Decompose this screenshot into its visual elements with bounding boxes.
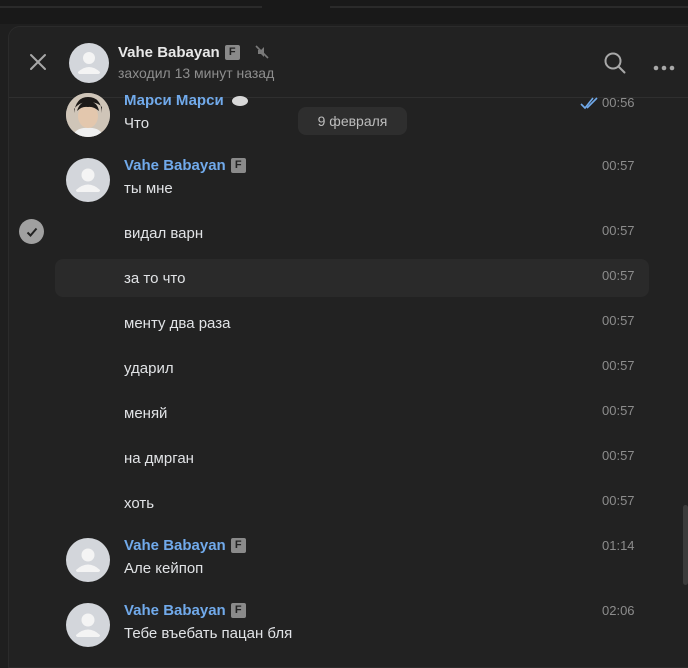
message-author[interactable]: Марси Марси [124,92,249,109]
f-badge: F [230,157,246,173]
author-name: Марси Марси [124,92,224,109]
chat-status: заходил 13 минут назад [118,65,275,81]
message-time: 00:57 [602,313,635,328]
chat-title[interactable]: Vahe Babayan F [118,44,240,61]
date-separator: 9 февраля [298,107,407,135]
message-time: 02:06 [602,603,635,618]
message-time: 00:57 [602,223,635,238]
user-placeholder-icon [76,548,100,572]
search-button[interactable] [603,51,627,80]
search-icon [604,52,626,74]
message-author[interactable]: Vahe Babayan F [124,157,246,174]
author-name: Vahe Babayan [124,602,226,619]
profile-photo [66,93,110,137]
message-time: 00:57 [602,358,635,373]
read-check-icon [580,96,602,115]
message-time: 00:57 [602,493,635,508]
message-time: 01:14 [602,538,635,553]
top-strip [0,0,688,24]
select-message-button[interactable] [19,219,44,244]
message-author[interactable]: Vahe Babayan F [124,537,246,554]
message-text: ударил [124,360,174,377]
message-time: 00:57 [602,158,635,173]
user-placeholder-icon [76,168,100,192]
user-placeholder-icon [76,613,100,637]
avatar[interactable] [66,538,110,582]
message-time: 00:57 [602,268,635,283]
more-icon [653,65,675,71]
message-text: Тебе въебать пацан бля [124,625,293,642]
message-text: хоть [124,495,155,512]
f-badge: F [230,602,246,618]
message-text: на дмрган [124,450,194,467]
f-badge: F [230,537,246,553]
message-text: видал варн [124,225,204,242]
message-text: ты мне [124,180,173,197]
mute-icon [254,44,270,65]
message-text: меняй [124,405,168,422]
chat-title-text: Vahe Babayan [118,44,220,61]
message-text: Але кейпоп [124,560,204,577]
message-text: менту два раза [124,315,231,332]
message-text: Что [124,115,150,132]
message-time: 00:56 [602,95,635,110]
message-time: 00:57 [602,448,635,463]
message-feed: Марси Марси Что 00:56 9 февраля Vahe Bab… [9,92,688,667]
top-strip-line [0,6,262,8]
author-name: Vahe Babayan [124,157,226,174]
message-text: за то что [124,270,186,287]
avatar[interactable] [66,603,110,647]
avatar[interactable] [66,93,110,137]
message-author[interactable]: Vahe Babayan F [124,602,246,619]
author-name: Vahe Babayan [124,537,226,554]
scrollbar[interactable] [683,505,688,585]
message-time: 00:57 [602,403,635,418]
user-placeholder-icon [78,52,100,74]
header-avatar[interactable] [69,43,109,83]
chat-header: Vahe Babayan F заходил 13 минут назад [9,27,688,98]
avatar[interactable] [66,158,110,202]
top-strip-line [330,6,688,8]
f-badge: F [224,44,240,60]
emoji-icon [231,96,248,107]
select-check-icon [26,227,37,237]
chat-window: Vahe Babayan F заходил 13 минут назад Ма… [8,26,688,668]
close-icon [30,54,46,70]
more-button[interactable] [653,58,675,76]
close-button[interactable] [23,47,53,77]
